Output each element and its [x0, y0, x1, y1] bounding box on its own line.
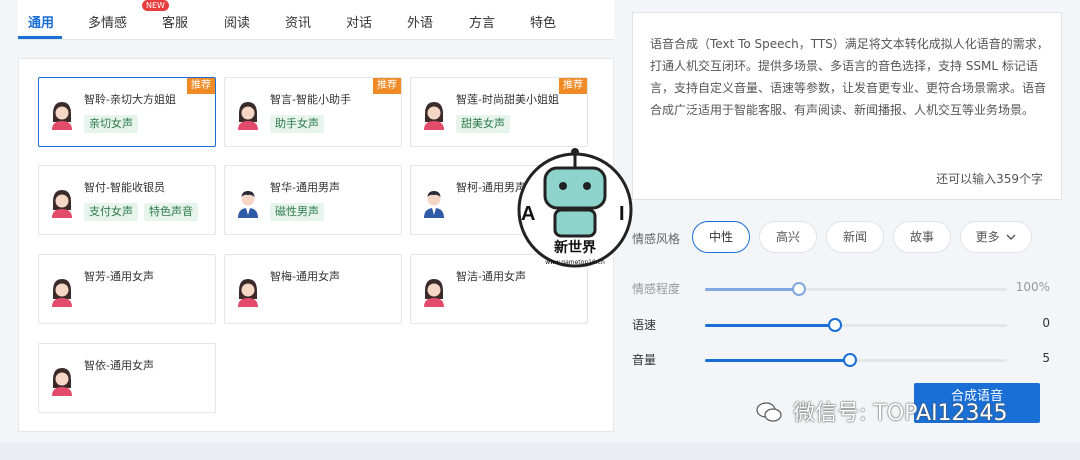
- watermark-text: 微信号: TOPAI12345: [793, 401, 1008, 426]
- tab-customer-service[interactable]: 客服: [162, 12, 188, 31]
- voice-name: 智聆-亲切大方姐姐: [84, 93, 176, 106]
- voice-tags: 支付女声 特色声音: [84, 203, 198, 221]
- wechat-watermark: 微信号: TOPAI12345: [756, 395, 1008, 427]
- emotion-level-label: 情感程度: [632, 282, 681, 296]
- emotion-style-label: 情感风格: [632, 232, 681, 246]
- logo-text: 新世界: [554, 239, 597, 256]
- emotion-level-slider[interactable]: [705, 282, 1007, 296]
- voice-name: 智华-通用男声: [270, 181, 340, 194]
- remaining-char-count: 还可以输入359个字: [936, 172, 1043, 186]
- wechat-icon: [756, 402, 782, 422]
- voice-card[interactable]: 智聆-亲切大方姐姐亲切女声 推荐: [38, 77, 216, 147]
- bottom-strip: [0, 442, 1080, 460]
- active-tab-indicator: [18, 36, 62, 39]
- speed-value: 0: [1042, 316, 1050, 330]
- female-avatar-icon: [49, 366, 75, 396]
- voice-tag: 亲切女声: [84, 115, 138, 133]
- recommend-badge: 推荐: [559, 78, 587, 94]
- robot-logo-watermark: A I 新世界 www.gametop10.cn: [517, 148, 633, 268]
- style-neutral-option[interactable]: 中性: [692, 221, 750, 253]
- female-avatar-icon: [235, 277, 261, 307]
- tab-multi-emotion[interactable]: 多情感: [88, 12, 127, 31]
- more-label: 更多: [975, 230, 1000, 244]
- female-avatar-icon: [49, 188, 75, 218]
- tab-general[interactable]: 通用: [28, 12, 54, 31]
- voice-tag: 特色声音: [144, 203, 198, 221]
- voice-tag: 助手女声: [270, 115, 324, 133]
- voice-tags: 磁性男声: [270, 203, 324, 221]
- voice-name: 智言-智能小助手: [270, 93, 351, 106]
- speed-slider-fill: [705, 324, 835, 327]
- voice-name: 智芳-通用女声: [84, 270, 154, 283]
- style-happy-option[interactable]: 高兴: [759, 221, 817, 253]
- voice-card[interactable]: 智付-智能收银员支付女声 特色声音: [38, 165, 216, 235]
- male-avatar-icon: [235, 188, 261, 218]
- speed-label: 语速: [632, 318, 657, 332]
- chevron-down-icon: [1006, 234, 1016, 240]
- emotion-level-value: 100%: [1015, 280, 1050, 294]
- female-avatar-icon: [235, 100, 261, 130]
- speed-slider-handle[interactable]: [827, 318, 842, 332]
- voice-card[interactable]: 智芳-通用女声: [38, 254, 216, 324]
- category-tabs: 通用 多情感 NEW 客服 阅读 资讯 对话 外语 方言 特色: [18, 0, 614, 40]
- voice-name: 智莲-时尚甜美小姐姐: [456, 93, 559, 106]
- volume-label: 音量: [632, 353, 657, 367]
- logo-letter-a: A: [521, 203, 535, 225]
- input-text[interactable]: 语音合成（Text To Speech，TTS）满足将文本转化成拟人化语音的需求…: [650, 33, 1050, 121]
- voice-card[interactable]: 智梅-通用女声: [224, 254, 402, 324]
- tab-reading[interactable]: 阅读: [224, 12, 250, 31]
- voice-tag: 甜美女声: [456, 115, 510, 133]
- female-avatar-icon: [49, 100, 75, 130]
- voice-card[interactable]: 智华-通用男声磁性男声: [224, 165, 402, 235]
- volume-slider-handle[interactable]: [842, 353, 857, 367]
- voice-tags: 亲切女声: [84, 115, 138, 133]
- logo-letter-i: I: [619, 203, 625, 225]
- recommend-badge: 推荐: [373, 78, 401, 94]
- voice-card[interactable]: 智言-智能小助手助手女声 推荐: [224, 77, 402, 147]
- voice-card[interactable]: 智莲-时尚甜美小姐姐甜美女声 推荐: [410, 77, 588, 147]
- tab-dialogue[interactable]: 对话: [346, 12, 372, 31]
- recommend-badge: 推荐: [187, 78, 215, 94]
- voice-tags: 助手女声: [270, 115, 324, 133]
- text-input-box[interactable]: 语音合成（Text To Speech，TTS）满足将文本转化成拟人化语音的需求…: [632, 12, 1062, 200]
- style-news-option[interactable]: 新闻: [826, 221, 884, 253]
- style-story-option[interactable]: 故事: [893, 221, 951, 253]
- volume-value: 5: [1042, 351, 1050, 365]
- style-more-dropdown[interactable]: 更多: [960, 221, 1032, 253]
- emotion-level-slider-fill: [705, 288, 799, 291]
- volume-slider-fill: [705, 359, 850, 362]
- new-badge: NEW: [142, 0, 169, 11]
- logo-url-text: www.gametop10.cn: [545, 259, 605, 266]
- voice-card[interactable]: 智依-通用女声: [38, 343, 216, 413]
- female-avatar-icon: [421, 100, 447, 130]
- tab-dialect[interactable]: 方言: [469, 12, 495, 31]
- female-avatar-icon: [421, 277, 447, 307]
- tab-news[interactable]: 资讯: [285, 12, 311, 31]
- tab-foreign-language[interactable]: 外语: [407, 12, 433, 31]
- volume-slider[interactable]: [705, 353, 1007, 367]
- emotion-level-slider-handle[interactable]: [791, 282, 806, 296]
- voice-tag: 磁性男声: [270, 203, 324, 221]
- voice-tag: 支付女声: [84, 203, 138, 221]
- tab-featured[interactable]: 特色: [530, 12, 556, 31]
- voice-tags: 甜美女声: [456, 115, 510, 133]
- voice-name: 智付-智能收银员: [84, 181, 165, 194]
- female-avatar-icon: [49, 277, 75, 307]
- speed-slider[interactable]: [705, 318, 1007, 332]
- male-avatar-icon: [421, 188, 447, 218]
- voice-name: 智梅-通用女声: [270, 270, 340, 283]
- voice-name: 智依-通用女声: [84, 359, 154, 372]
